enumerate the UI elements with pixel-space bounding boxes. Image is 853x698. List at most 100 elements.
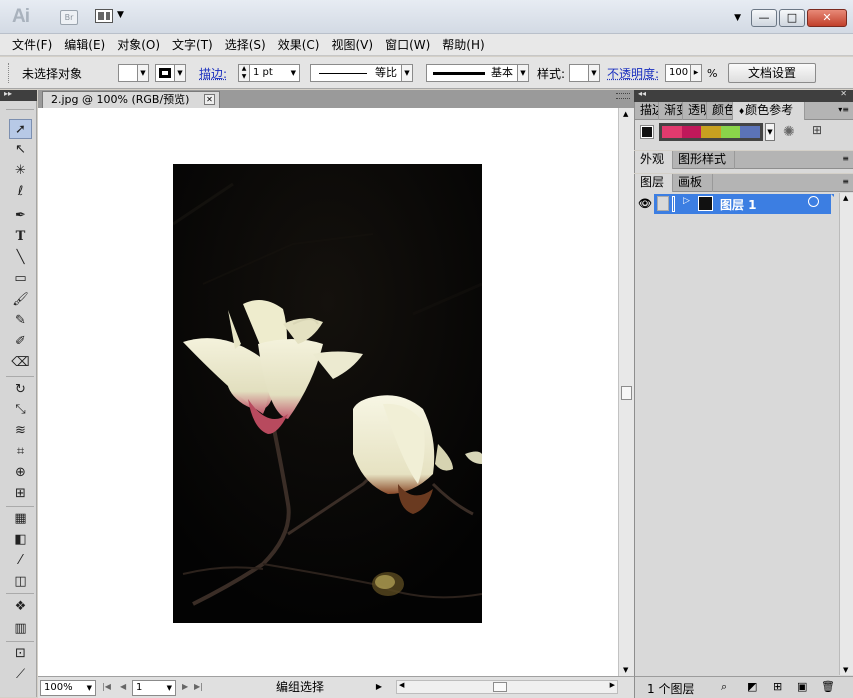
expand-dock-icon[interactable]: ◂◂ [638,89,646,98]
color-group-icon[interactable]: ✺ [783,124,795,140]
save-color-group-icon[interactable]: ⊞ [812,123,822,137]
panel-menu-icon[interactable]: ▾≡ [838,105,849,114]
placed-image-magnolia[interactable] [173,164,482,623]
status-menu-icon[interactable]: ▶ [376,680,382,694]
opacity-field[interactable]: 100 [665,64,691,82]
menu-file[interactable]: 文件(F) [6,36,58,53]
document-setup-button[interactable]: 文档设置 [728,63,816,83]
new-layer-icon[interactable]: ▣ [797,680,807,693]
artboard-tool-icon[interactable]: ⊡ [9,644,32,664]
menu-view[interactable]: 视图(V) [325,36,379,53]
gradient-tool-icon[interactable]: ◧ [9,530,32,550]
selection-tool-icon[interactable]: ➚ [9,119,32,139]
free-transform-tool-icon[interactable]: ⌗ [9,442,32,462]
eyedropper-tool-icon[interactable]: ⁄ [9,551,32,571]
tab-color-guide[interactable]: ♦颜色参考 [733,102,805,120]
opacity-arrow[interactable]: ▶ [691,64,702,82]
profile-field[interactable]: 等比 [310,64,402,82]
menu-edit[interactable]: 编辑(E) [58,36,111,53]
layers-scrollbar[interactable]: ▲ ▼ [839,193,853,675]
tab-graphic-styles[interactable]: 图形样式 [673,151,735,169]
expand-layer-icon[interactable]: ▷ [683,196,690,206]
arrange-documents-button[interactable]: ▼ [95,9,125,25]
stroke-swatch[interactable] [155,64,175,82]
harmony-rules-dropdown[interactable]: ▼ [765,123,775,141]
layer-row[interactable]: 👁 ▷ 图层 1 [636,194,831,214]
close-icon[interactable]: ✕ [204,94,215,105]
menu-object[interactable]: 对象(O) [111,36,166,53]
first-artboard-icon[interactable]: |◀ [102,680,111,696]
minimize-button[interactable]: — [751,9,777,27]
maximize-button[interactable]: □ [779,9,805,27]
mesh-tool-icon[interactable]: ▦ [9,509,32,529]
tab-gradient[interactable]: 渐变 [659,102,683,120]
next-artboard-icon[interactable]: ▶ [182,680,188,696]
status-mode[interactable]: 编组选择 ▶ [214,680,386,696]
scroll-down-icon[interactable]: ▼ [623,666,628,674]
vertical-scrollbar[interactable]: ▲ ▼ [618,108,634,676]
last-artboard-icon[interactable]: ▶| [194,680,203,696]
menu-window[interactable]: 窗口(W) [379,36,436,53]
layers-scroll-down-icon[interactable]: ▼ [843,666,848,674]
document-canvas[interactable] [38,108,618,676]
paintbrush-tool-icon[interactable]: 🖌 [9,290,32,310]
pen-tool-icon[interactable]: ✒ [9,206,32,226]
base-color-swatch[interactable] [640,125,654,139]
make-clipping-mask-icon[interactable]: ◩ [747,680,757,693]
vertical-scroll-thumb[interactable] [621,386,632,400]
control-bar-grip[interactable] [8,63,11,83]
blob-brush-tool-icon[interactable]: ✐ [9,332,32,352]
magic-wand-tool-icon[interactable]: ✳ [9,161,32,181]
harmony-swatch[interactable] [662,126,682,138]
visibility-eye-icon[interactable]: 👁 [636,194,654,214]
fill-dropdown[interactable]: ▼ [138,64,149,82]
style-dropdown[interactable]: ▼ [589,64,600,82]
tab-appearance[interactable]: 外观 [635,151,673,169]
document-tab[interactable]: 2.jpg @ 100% (RGB/预览) ✕ [42,91,220,108]
scroll-right-icon[interactable]: ▶ [610,681,615,689]
pencil-tool-icon[interactable]: ✎ [9,311,32,331]
scroll-left-icon[interactable]: ◀ [399,681,404,689]
menu-effect[interactable]: 效果(C) [272,36,326,53]
harmony-swatch[interactable] [720,126,741,138]
profile-dropdown[interactable]: ▼ [402,64,413,82]
tab-artboards[interactable]: 画板 [673,174,713,192]
menu-help[interactable]: 帮助(H) [436,36,490,53]
tab-stroke[interactable]: 描边 [635,102,659,120]
menu-select[interactable]: 选择(S) [219,36,272,53]
locate-object-icon[interactable]: ⌕ [721,680,727,694]
blend-tool-icon[interactable]: ◫ [9,572,32,592]
warp-tool-icon[interactable]: ≋ [9,421,32,441]
horizontal-scrollbar[interactable]: ◀ ▶ [396,680,618,694]
tab-layers[interactable]: 图层 [635,174,673,192]
direct-selection-tool-icon[interactable]: ↖ [9,140,32,160]
brush-field[interactable]: 基本 [426,64,518,82]
stroke-label[interactable]: 描边: [199,63,227,83]
slice-tool-icon[interactable]: ⟋ [9,665,32,685]
scale-tool-icon[interactable]: ⤡ [9,400,32,420]
fill-swatch[interactable] [118,64,138,82]
stroke-weight-field[interactable]: 1 pt ▼ [250,64,300,82]
horizontal-scroll-thumb[interactable] [493,682,507,692]
stroke-dropdown[interactable]: ▼ [175,64,186,82]
lasso-tool-icon[interactable]: ℓ [9,182,32,202]
zoom-field[interactable]: 100% ▼ [40,680,96,696]
panel-dock-header[interactable]: ◂◂ ✕ [634,89,853,102]
artboard-field[interactable]: 1 ▼ [132,680,176,696]
scroll-up-icon[interactable]: ▲ [623,110,628,118]
delete-layer-icon[interactable]: 🗑 [821,680,835,693]
close-dock-icon[interactable]: ✕ [840,89,847,98]
brush-dropdown[interactable]: ▼ [518,64,529,82]
rectangle-tool-icon[interactable]: ▭ [9,269,32,289]
line-tool-icon[interactable]: ╲ [9,248,32,268]
tab-transparency[interactable]: 透明 [683,102,707,120]
toolbox-header[interactable]: ▸▸ [0,89,37,101]
tab-color[interactable]: 颜色 [707,102,733,120]
harmony-strip[interactable] [659,123,763,141]
bridge-button[interactable]: Br [60,10,78,25]
rotate-tool-icon[interactable]: ↻ [9,380,32,400]
close-button[interactable]: ✕ [807,9,847,27]
layers-scroll-up-icon[interactable]: ▲ [843,194,848,202]
layer-name[interactable]: 图层 1 [720,196,757,213]
opacity-label[interactable]: 不透明度: [607,63,659,83]
